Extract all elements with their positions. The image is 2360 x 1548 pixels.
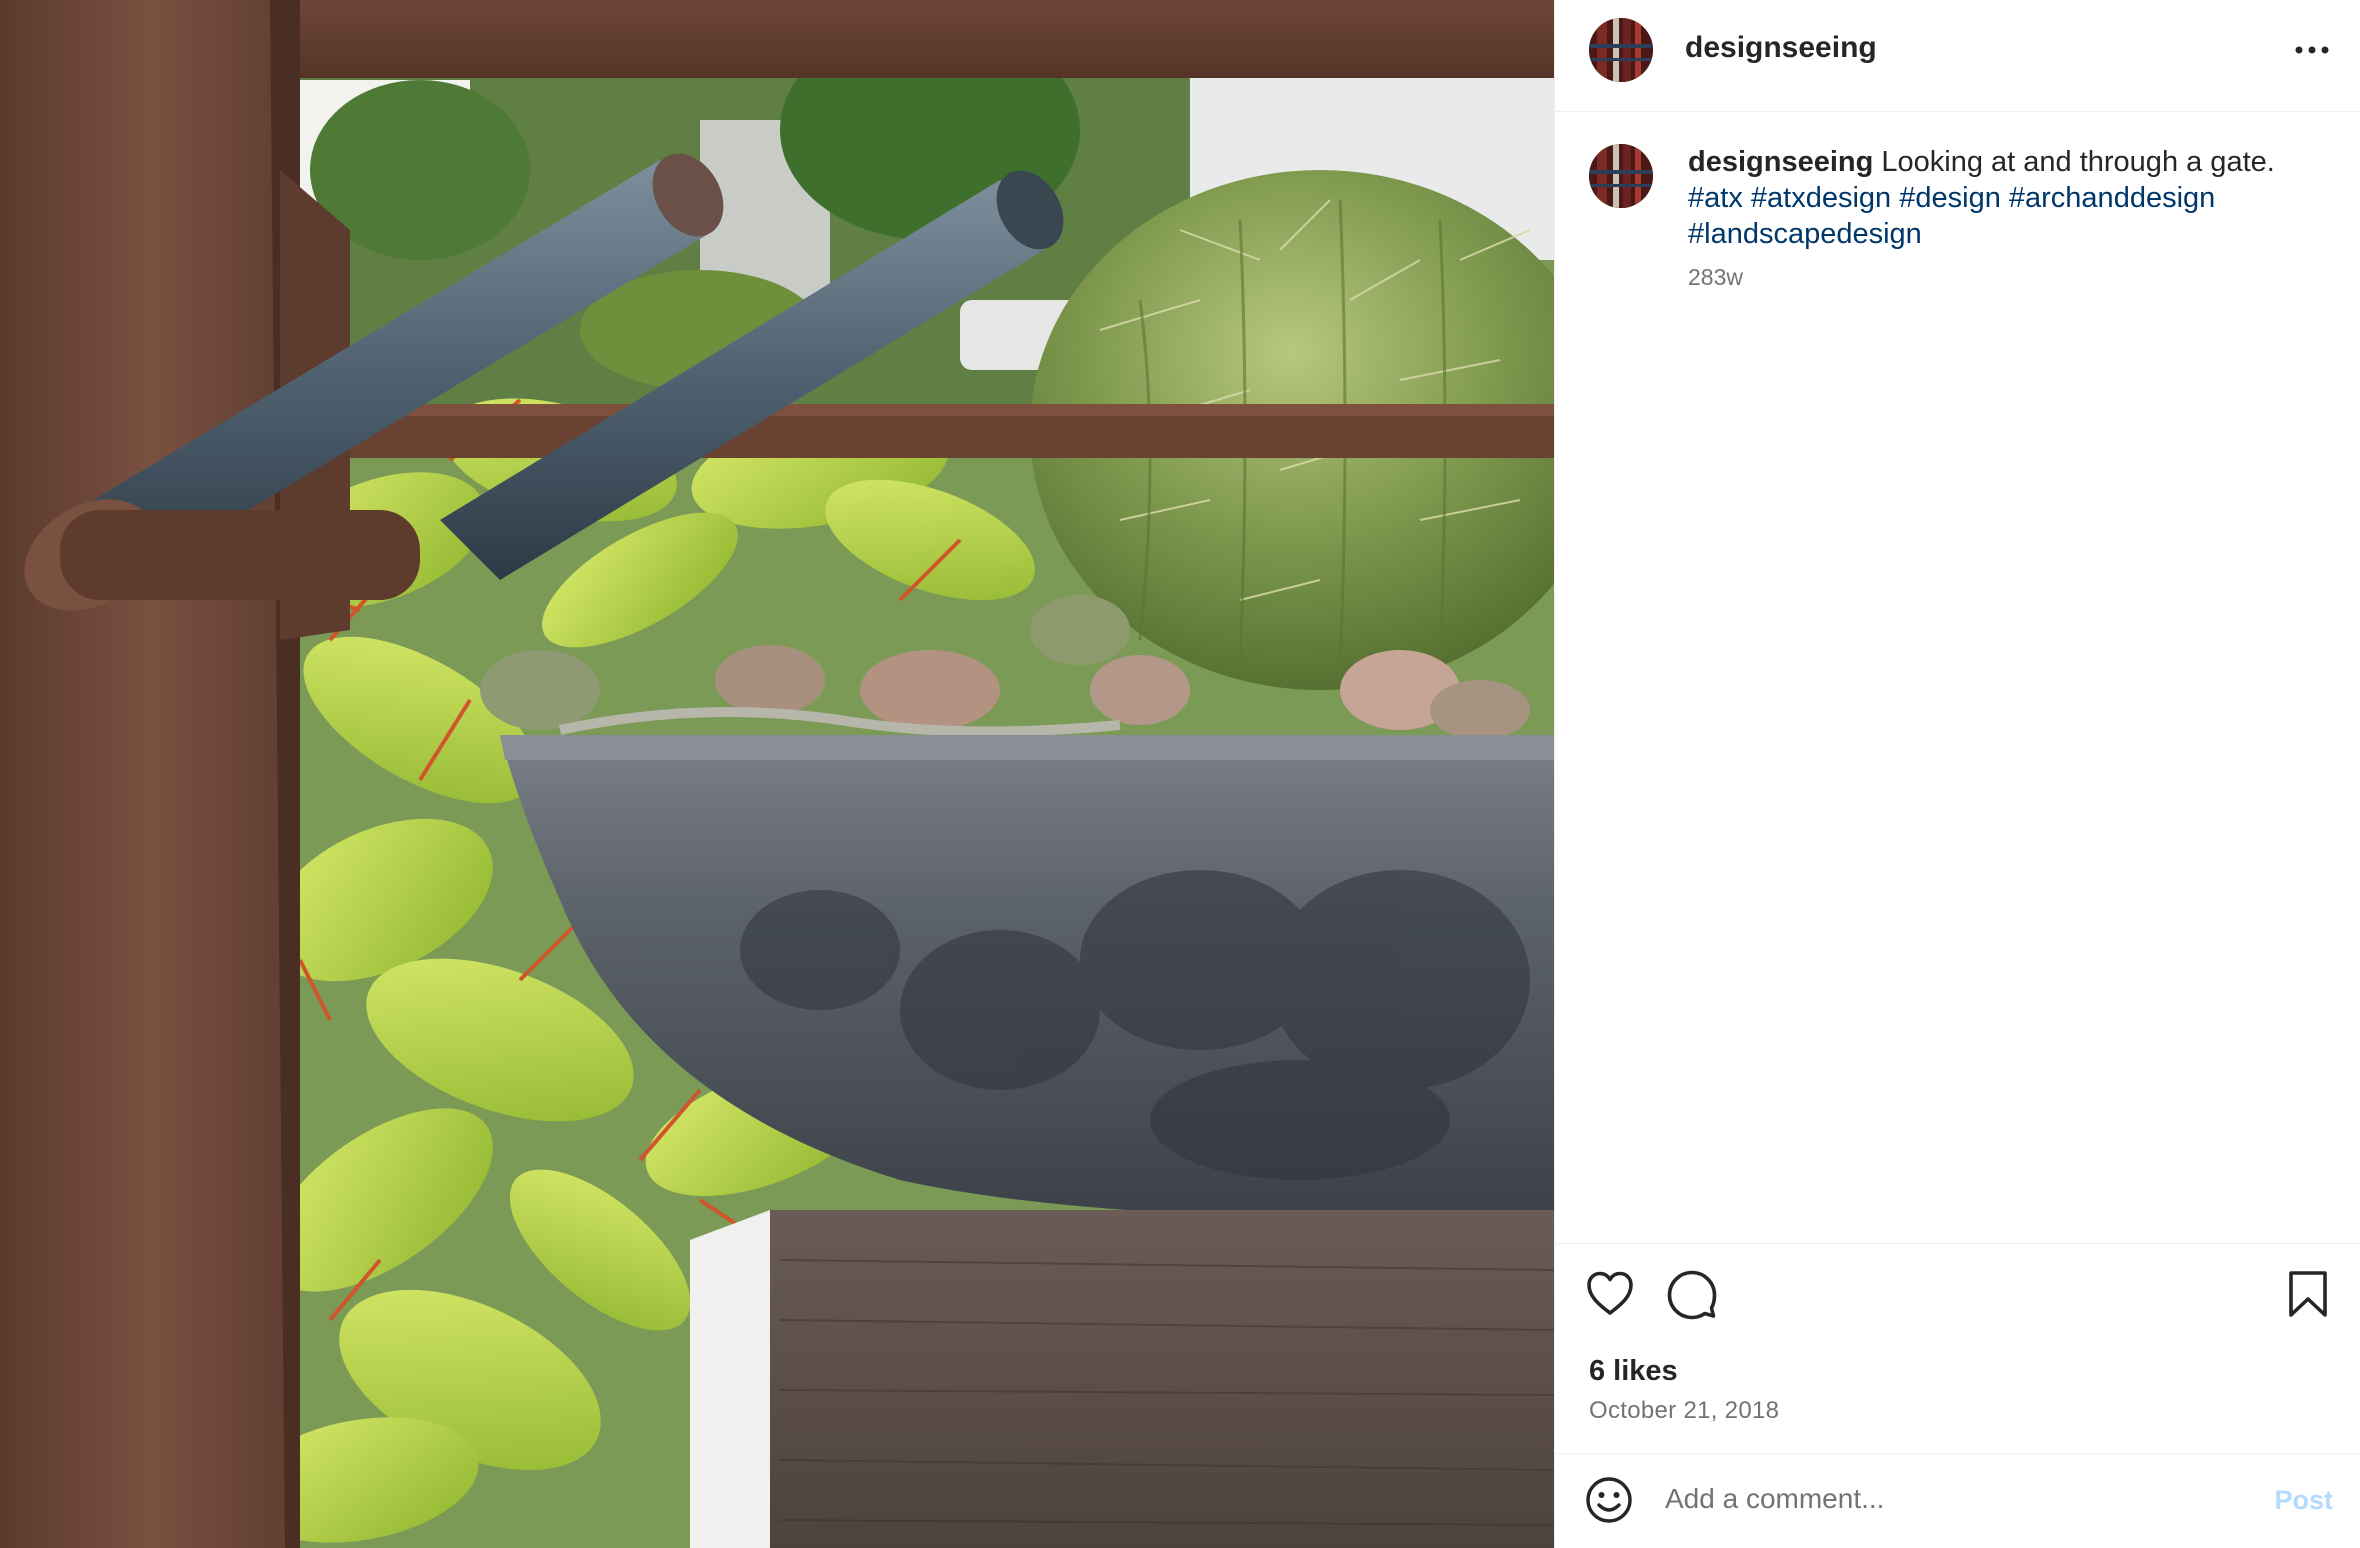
avatar-image xyxy=(1589,18,1653,82)
post-photo[interactable] xyxy=(0,0,1554,1548)
comment-icon xyxy=(1667,1270,1717,1320)
caption-username[interactable]: designseeing xyxy=(1688,146,1873,178)
more-options-button[interactable] xyxy=(2287,30,2337,70)
hashtag-link[interactable]: #atx xyxy=(1688,182,1743,214)
post-side-panel: designseeing designseeing Looking at and xyxy=(1554,0,2360,1548)
post-date: October 21, 2018 xyxy=(1589,1397,1780,1424)
hashtag-link[interactable]: #landscapedesign xyxy=(1688,218,1922,250)
caption-avatar[interactable] xyxy=(1589,144,1653,208)
header-username[interactable]: designseeing xyxy=(1685,31,1877,65)
bookmark-icon xyxy=(2289,1271,2327,1317)
heart-icon xyxy=(1587,1271,1633,1315)
caption-text: designseeing Looking at and through a ga… xyxy=(1688,144,2328,252)
hashtag-link[interactable]: #atxdesign xyxy=(1751,182,1891,214)
emoji-button[interactable] xyxy=(1585,1476,1633,1529)
avatar-image xyxy=(1589,144,1653,208)
avatar[interactable] xyxy=(1589,18,1653,82)
save-button[interactable] xyxy=(2287,1270,2329,1323)
like-count[interactable]: 6 likes xyxy=(1589,1355,1678,1388)
post-comment-button[interactable]: Post xyxy=(2274,1485,2333,1516)
add-comment-bar: Post xyxy=(1555,1453,2360,1548)
hashtag-link[interactable]: #archanddesign xyxy=(2009,182,2215,214)
emoji-icon xyxy=(1586,1477,1632,1523)
like-button[interactable] xyxy=(1585,1270,1635,1323)
post-age[interactable]: 283w xyxy=(1688,264,1743,291)
more-horizontal-icon xyxy=(2295,46,2329,54)
comment-input[interactable] xyxy=(1665,1474,2225,1524)
caption-body: Looking at and through a gate. xyxy=(1873,146,2275,178)
post-header: designseeing xyxy=(1555,0,2360,112)
hashtag-link[interactable]: #design xyxy=(1899,182,2001,214)
photo-illustration xyxy=(0,0,1554,1548)
comment-button[interactable] xyxy=(1667,1270,1717,1325)
post-actions: 6 likes October 21, 2018 xyxy=(1555,1243,2360,1453)
